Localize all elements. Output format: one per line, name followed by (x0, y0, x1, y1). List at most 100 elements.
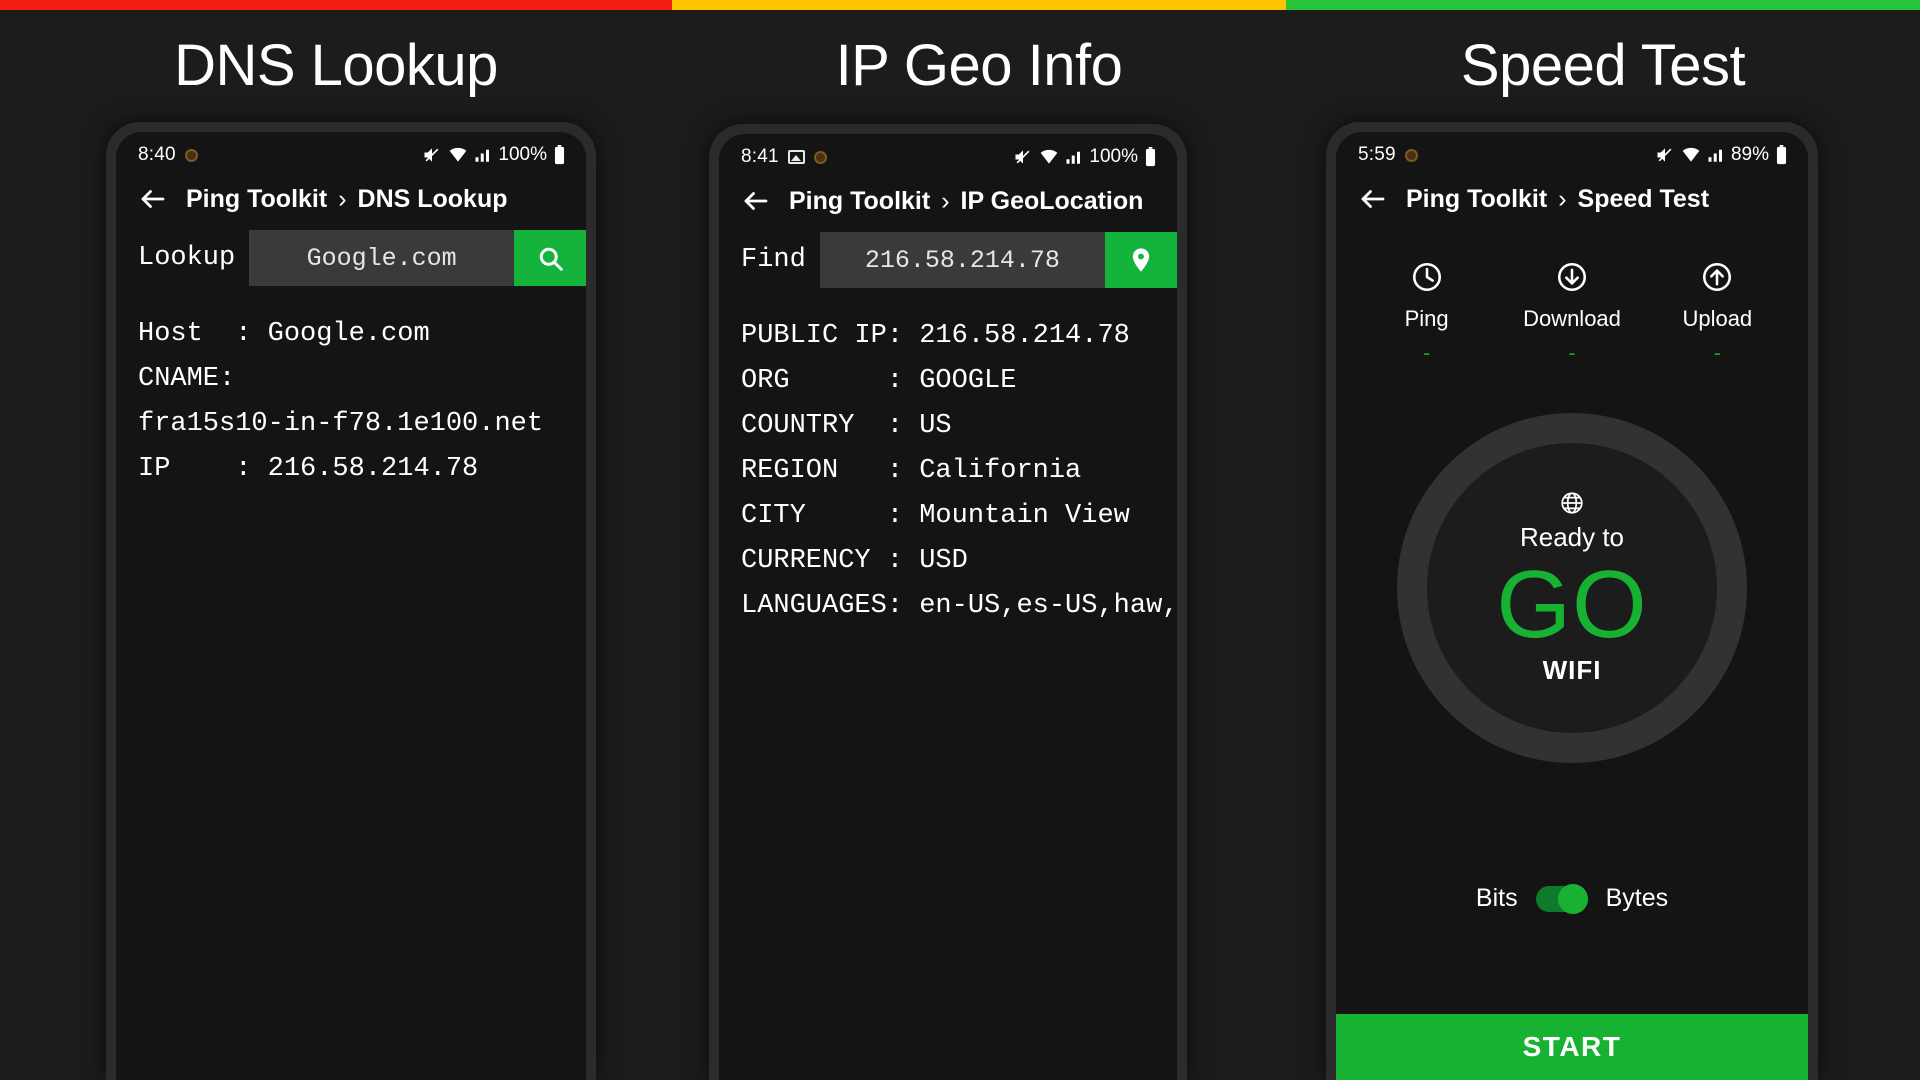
metric-label: Ping (1404, 306, 1449, 331)
start-button[interactable]: START (1336, 1014, 1808, 1080)
breadcrumb: Ping Toolkit › DNS Lookup (186, 185, 508, 214)
metric-value: - (1423, 342, 1431, 365)
find-input-row: Find 216.58.214.78 (719, 232, 1177, 288)
mute-icon (1015, 150, 1030, 164)
result-line: Host : Google.com (138, 319, 430, 349)
phone-mockup-geo: 8:41 100% Ping Toolkit › IP GeoLocation … (709, 124, 1187, 1080)
app-bar-dns: Ping Toolkit › DNS Lookup (116, 170, 586, 230)
phone-screen-geo: 8:41 100% Ping Toolkit › IP GeoLocation … (719, 134, 1177, 1080)
result-line: ORG : GOOGLE (741, 366, 1017, 396)
lookup-search-button[interactable] (514, 230, 586, 286)
metric-ping: Ping - (1355, 260, 1499, 366)
panel-title-dns: DNS Lookup (174, 33, 498, 98)
breadcrumb-separator-icon: › (1558, 184, 1567, 213)
mute-icon (1657, 148, 1672, 162)
speed-metrics-row: Ping - Download - Upload - (1336, 230, 1808, 366)
metric-download: Download - (1500, 260, 1644, 366)
result-line: CURRENCY : USD (741, 546, 968, 576)
breadcrumb-root[interactable]: Ping Toolkit (789, 187, 930, 216)
units-toggle[interactable] (1535, 883, 1588, 914)
breadcrumb-current: DNS Lookup (357, 184, 508, 213)
panel-speed-test: Speed Test 5:59 89% Ping Toolkit › Speed… (1286, 10, 1920, 1080)
status-time: 5:59 (1358, 144, 1396, 165)
cellular-signal-icon (1066, 151, 1081, 164)
back-arrow-icon[interactable] (741, 186, 771, 216)
metric-upload: Upload - (1645, 260, 1789, 366)
result-line: CITY : Mountain View (741, 501, 1130, 531)
lookup-input-value: Google.com (306, 243, 457, 273)
wifi-icon (1682, 147, 1700, 162)
cellular-signal-icon (475, 149, 490, 162)
battery-percent: 100% (1089, 146, 1138, 167)
phone-mockup-speed: 5:59 89% Ping Toolkit › Speed Test Ping … (1326, 122, 1818, 1080)
speed-gauge[interactable]: Ready to GO WIFI (1336, 388, 1808, 788)
cellular-signal-icon (1708, 149, 1722, 162)
back-arrow-icon[interactable] (1358, 184, 1388, 214)
breadcrumb-separator-icon: › (338, 184, 347, 213)
strip-segment-red (0, 0, 672, 10)
lookup-label: Lookup (138, 243, 236, 273)
breadcrumb-root[interactable]: Ping Toolkit (1406, 185, 1547, 214)
find-locate-button[interactable] (1105, 232, 1177, 288)
panel-title-geo: IP Geo Info (835, 33, 1123, 98)
lookup-input-row: Lookup Google.com (116, 230, 586, 286)
geo-results: PUBLIC IP: 216.58.214.78 ORG : GOOGLE CO… (719, 288, 1177, 629)
globe-icon (1561, 492, 1583, 514)
toggle-knob (1557, 883, 1588, 914)
image-icon (787, 150, 805, 164)
metric-value: - (1713, 342, 1721, 365)
rainbow-top-strip (0, 0, 1920, 10)
strip-segment-yellow (672, 0, 1286, 10)
gauge-ready-text: Ready to (1519, 522, 1625, 552)
unit-label-bits[interactable]: Bits (1476, 884, 1518, 913)
notification-dot-icon (1404, 148, 1418, 162)
phone-screen-dns: 8:40 100% Ping Toolkit › DNS Lookup Look… (116, 132, 586, 1080)
result-line: IP : 216.58.214.78 (138, 454, 479, 484)
result-line: LANGUAGES: en-US,es-US,haw,fr (741, 591, 1177, 621)
metric-label: Download (1523, 306, 1621, 331)
result-line: REGION : California (741, 456, 1082, 486)
app-bar-geo: Ping Toolkit › IP GeoLocation (719, 172, 1177, 232)
download-arrow-icon (1557, 262, 1587, 292)
metric-label: Upload (1682, 306, 1753, 331)
breadcrumb: Ping Toolkit › Speed Test (1406, 185, 1709, 214)
status-time: 8:41 (741, 146, 779, 167)
phone-mockup-dns: 8:40 100% Ping Toolkit › DNS Lookup Look… (106, 122, 596, 1080)
gauge-go-button[interactable]: GO (1496, 557, 1647, 653)
strip-segment-green (1286, 0, 1920, 10)
battery-percent: 100% (498, 144, 547, 165)
units-toggle-row: Bits Bytes (1336, 883, 1808, 914)
unit-label-bytes[interactable]: Bytes (1606, 884, 1669, 913)
breadcrumb-current: Speed Test (1577, 184, 1710, 213)
wifi-icon (1041, 149, 1058, 164)
panel-ip-geo-info: IP Geo Info 8:41 100% Ping Toolkit › IP … (672, 10, 1286, 1080)
breadcrumb-current: IP GeoLocation (960, 186, 1144, 215)
gauge-ring: Ready to GO WIFI (1397, 413, 1747, 763)
status-time: 8:40 (138, 144, 176, 165)
gauge-center[interactable]: Ready to GO WIFI (1427, 443, 1717, 733)
three-panel-stage: DNS Lookup 8:40 100% Ping Toolkit › DNS … (0, 10, 1920, 1080)
battery-percent: 89% (1730, 144, 1769, 165)
battery-icon (1776, 145, 1787, 165)
battery-icon (1145, 147, 1156, 167)
find-input[interactable]: 216.58.214.78 (819, 232, 1105, 288)
battery-icon (554, 145, 565, 165)
find-input-value: 216.58.214.78 (864, 245, 1060, 275)
back-arrow-icon[interactable] (138, 184, 168, 214)
breadcrumb-root[interactable]: Ping Toolkit (186, 185, 327, 214)
result-line: PUBLIC IP: 216.58.214.78 (741, 321, 1130, 351)
find-label: Find (741, 245, 806, 275)
notification-dot-icon (813, 150, 827, 164)
clock-icon (1412, 262, 1441, 292)
phone-screen-speed: 5:59 89% Ping Toolkit › Speed Test Ping … (1336, 132, 1808, 1080)
panel-dns-lookup: DNS Lookup 8:40 100% Ping Toolkit › DNS … (0, 10, 672, 1080)
status-bar-geo: 8:41 100% (719, 134, 1177, 172)
breadcrumb: Ping Toolkit › IP GeoLocation (789, 187, 1143, 216)
mute-icon (424, 148, 439, 162)
lookup-input[interactable]: Google.com (249, 230, 514, 286)
app-bar-speed: Ping Toolkit › Speed Test (1336, 170, 1808, 230)
gauge-network-label: WIFI (1542, 655, 1602, 685)
dns-results: Host : Google.com CNAME: fra15s10-in-f78… (116, 286, 586, 492)
panel-title-speed: Speed Test (1460, 33, 1746, 98)
result-line: COUNTRY : US (741, 411, 952, 441)
